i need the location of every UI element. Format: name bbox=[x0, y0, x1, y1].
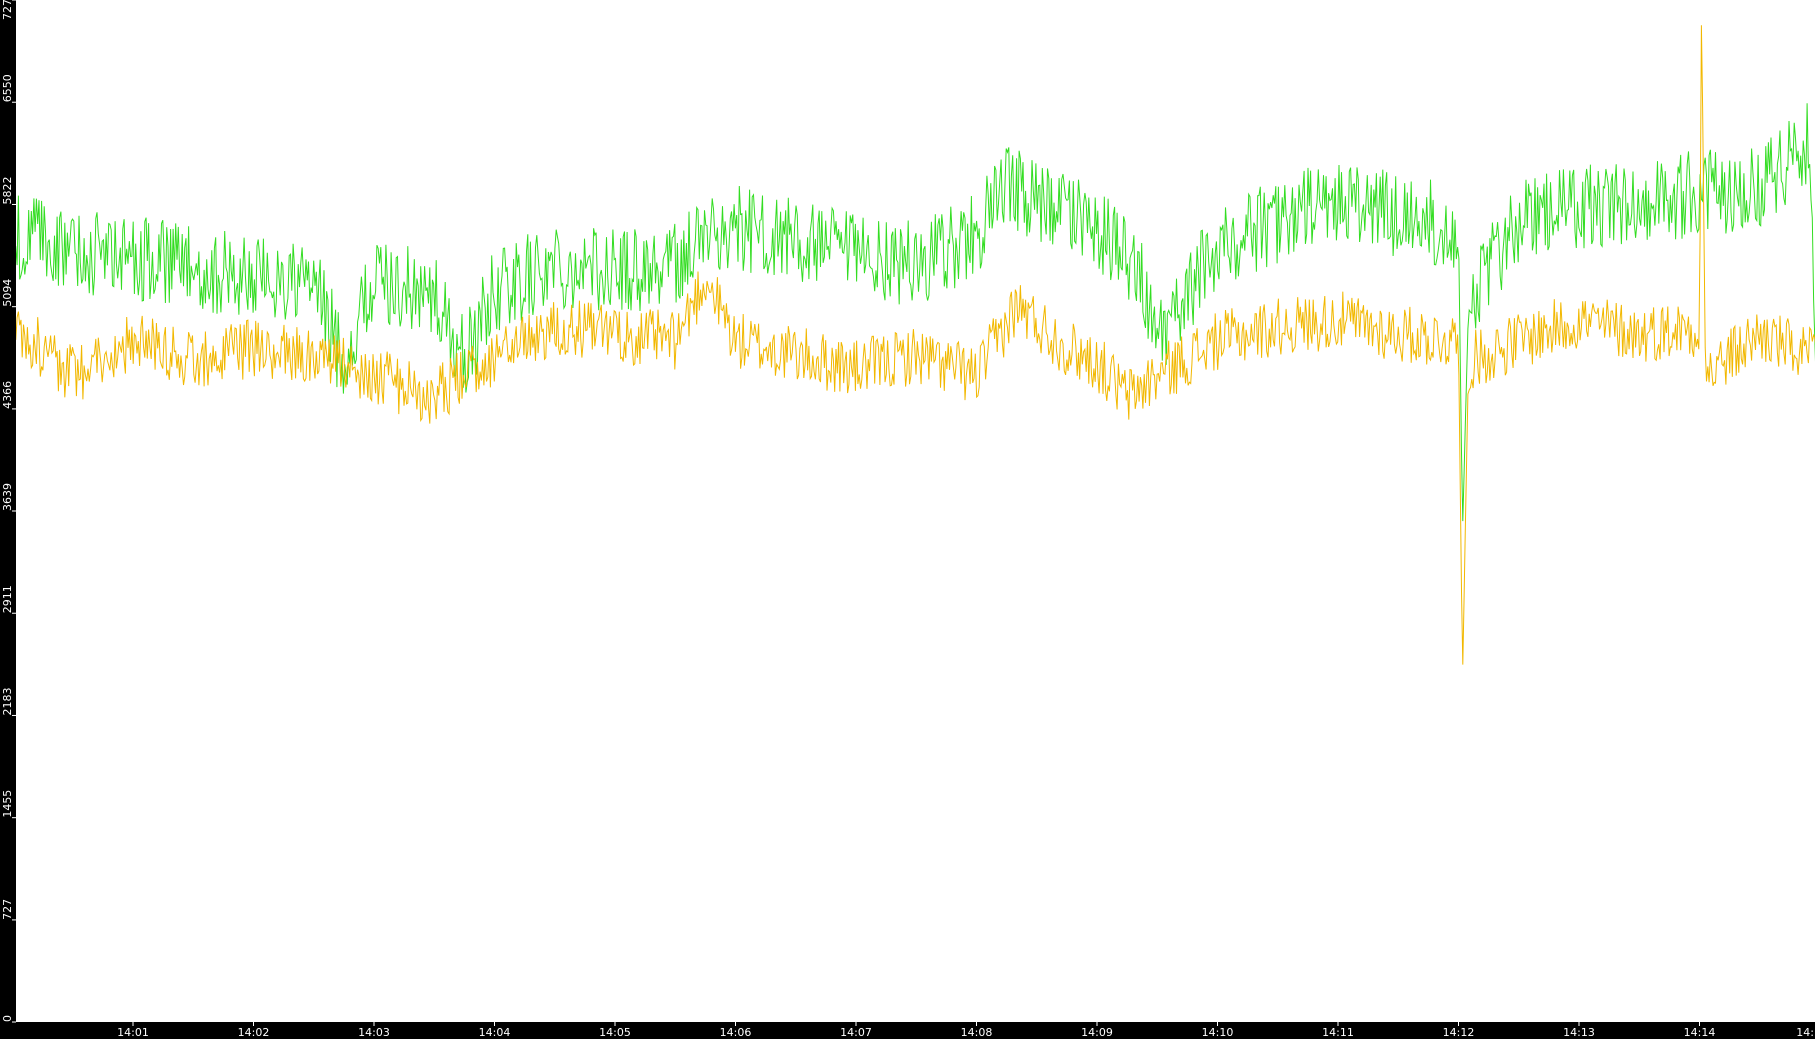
x-tick-label: 14:11 bbox=[1322, 1026, 1354, 1039]
x-tick-label: 14:12 bbox=[1443, 1026, 1475, 1039]
x-tick-label: 14:09 bbox=[1081, 1026, 1113, 1039]
x-tick-label: 14:14 bbox=[1684, 1026, 1716, 1039]
y-tick-label: 1455 bbox=[1, 790, 14, 818]
y-axis-band bbox=[0, 0, 16, 1039]
line-chart: 0 727 1455 2183 2911 3639 4366 5094 5822 6550 7278… bbox=[0, 0, 1815, 1039]
x-tick-label: 14:01 bbox=[117, 1026, 149, 1039]
y-tick-label: 7278 bbox=[1, 0, 14, 20]
x-tick-label: 14:03 bbox=[358, 1026, 390, 1039]
y-tick-label: 727 bbox=[1, 899, 14, 920]
y-tick-label: 4366 bbox=[1, 381, 14, 409]
x-tick-label: 14:04 bbox=[479, 1026, 511, 1039]
y-tick-label: 3639 bbox=[1, 483, 14, 511]
x-tick-label: 14:13 bbox=[1563, 1026, 1595, 1039]
y-tick-label: 2183 bbox=[1, 687, 14, 715]
y-tick-label: 5822 bbox=[1, 176, 14, 204]
y-tick-label: 0 bbox=[1, 1015, 14, 1022]
x-tick-label: 14:05 bbox=[599, 1026, 631, 1039]
plot-background bbox=[0, 0, 1815, 1039]
x-tick-label: 14: bbox=[1796, 1026, 1814, 1039]
y-tick-label: 2911 bbox=[1, 585, 14, 613]
x-tick-label: 14:02 bbox=[238, 1026, 270, 1039]
y-tick-label: 5094 bbox=[1, 279, 14, 307]
x-tick-label: 14:10 bbox=[1202, 1026, 1234, 1039]
x-axis-band bbox=[0, 1022, 1815, 1039]
x-tick-label: 14:07 bbox=[840, 1026, 872, 1039]
x-tick-label: 14:06 bbox=[720, 1026, 752, 1039]
y-tick-label: 6550 bbox=[1, 74, 14, 102]
x-tick-label: 14:08 bbox=[961, 1026, 993, 1039]
